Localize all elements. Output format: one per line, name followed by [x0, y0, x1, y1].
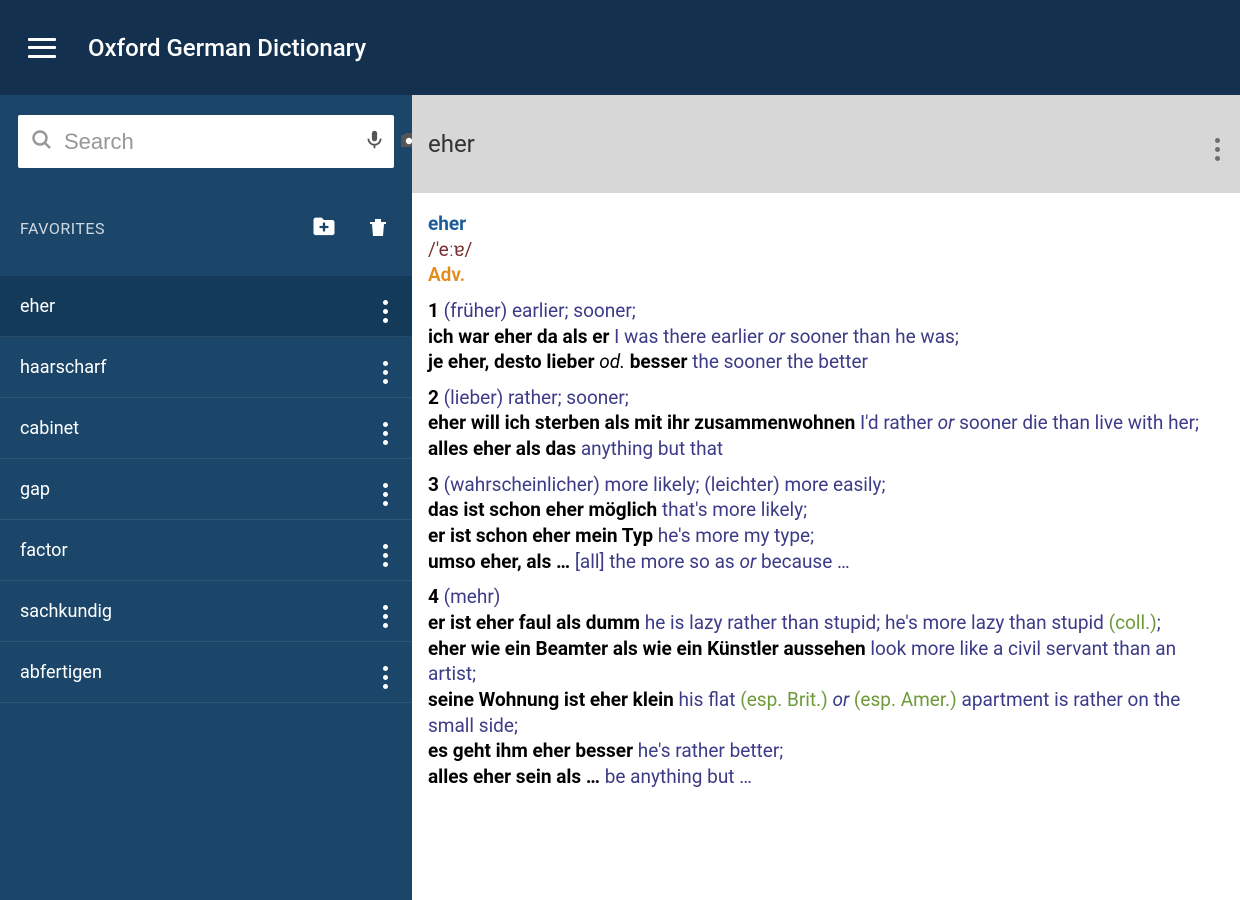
favorite-item[interactable]: gap — [0, 459, 412, 520]
favorites-header: FAVORITES — [0, 181, 412, 276]
favorite-item-label: haarscharf — [20, 357, 107, 378]
favorite-item-label: abfertigen — [20, 662, 102, 683]
search-box[interactable] — [18, 115, 394, 168]
favorite-item-menu[interactable] — [373, 466, 398, 512]
search-input[interactable] — [64, 129, 352, 155]
favorite-item-menu[interactable] — [373, 344, 398, 390]
search-icon — [30, 128, 54, 156]
entry-word: eher — [428, 130, 475, 158]
favorite-item[interactable]: abfertigen — [0, 642, 412, 703]
favorite-item-menu[interactable] — [373, 649, 398, 695]
favorite-item[interactable]: eher — [0, 276, 412, 337]
entry-header: eher — [412, 95, 1240, 193]
trash-icon[interactable] — [366, 213, 390, 245]
favorites-list: eher haarscharf cabinet gap factor sachkundig… — [0, 276, 412, 703]
add-folder-icon[interactable] — [310, 213, 338, 245]
favorite-item[interactable]: cabinet — [0, 398, 412, 459]
favorite-item-menu[interactable] — [373, 283, 398, 329]
favorite-item-menu[interactable] — [373, 588, 398, 634]
favorite-item-menu[interactable] — [373, 527, 398, 573]
mic-icon[interactable] — [364, 129, 385, 154]
app-title: Oxford German Dictionary — [88, 34, 366, 62]
entry-body: eher/'eːɐ/Adv.1 (früher) earlier; sooner… — [412, 193, 1240, 807]
main-panel: eher eher/'eːɐ/Adv.1 (früher) earlier; s… — [412, 95, 1240, 900]
favorite-item-label: gap — [20, 479, 50, 500]
favorite-item-menu[interactable] — [373, 405, 398, 451]
favorite-item[interactable]: factor — [0, 520, 412, 581]
favorite-item-label: factor — [20, 540, 68, 561]
topbar: Oxford German Dictionary — [0, 0, 1240, 95]
entry-menu-button[interactable] — [1215, 128, 1220, 161]
favorite-item[interactable]: sachkundig — [0, 581, 412, 642]
favorites-label: FAVORITES — [20, 219, 105, 238]
menu-icon[interactable] — [28, 38, 56, 58]
favorite-item-label: eher — [20, 296, 55, 317]
sidebar: FAVORITES eher haarscharf cabinet gap factor… — [0, 95, 412, 900]
favorite-item[interactable]: haarscharf — [0, 337, 412, 398]
favorite-item-label: sachkundig — [20, 601, 112, 622]
favorite-item-label: cabinet — [20, 418, 79, 439]
